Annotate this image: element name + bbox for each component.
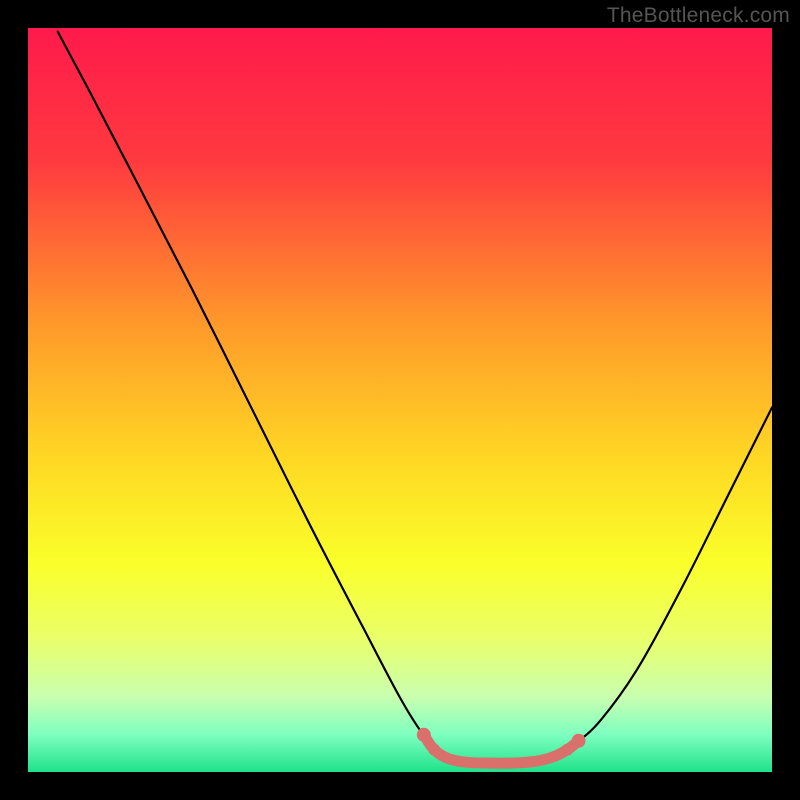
optimal-range-dot bbox=[561, 744, 573, 756]
gradient-background bbox=[28, 28, 772, 772]
bottleneck-chart bbox=[28, 28, 772, 772]
optimal-range-dot bbox=[572, 734, 586, 748]
chart-container: TheBottleneck.com bbox=[0, 0, 800, 800]
watermark-text: TheBottleneck.com bbox=[607, 4, 790, 28]
optimal-range-dot bbox=[428, 744, 440, 756]
optimal-range-dot bbox=[417, 728, 431, 742]
